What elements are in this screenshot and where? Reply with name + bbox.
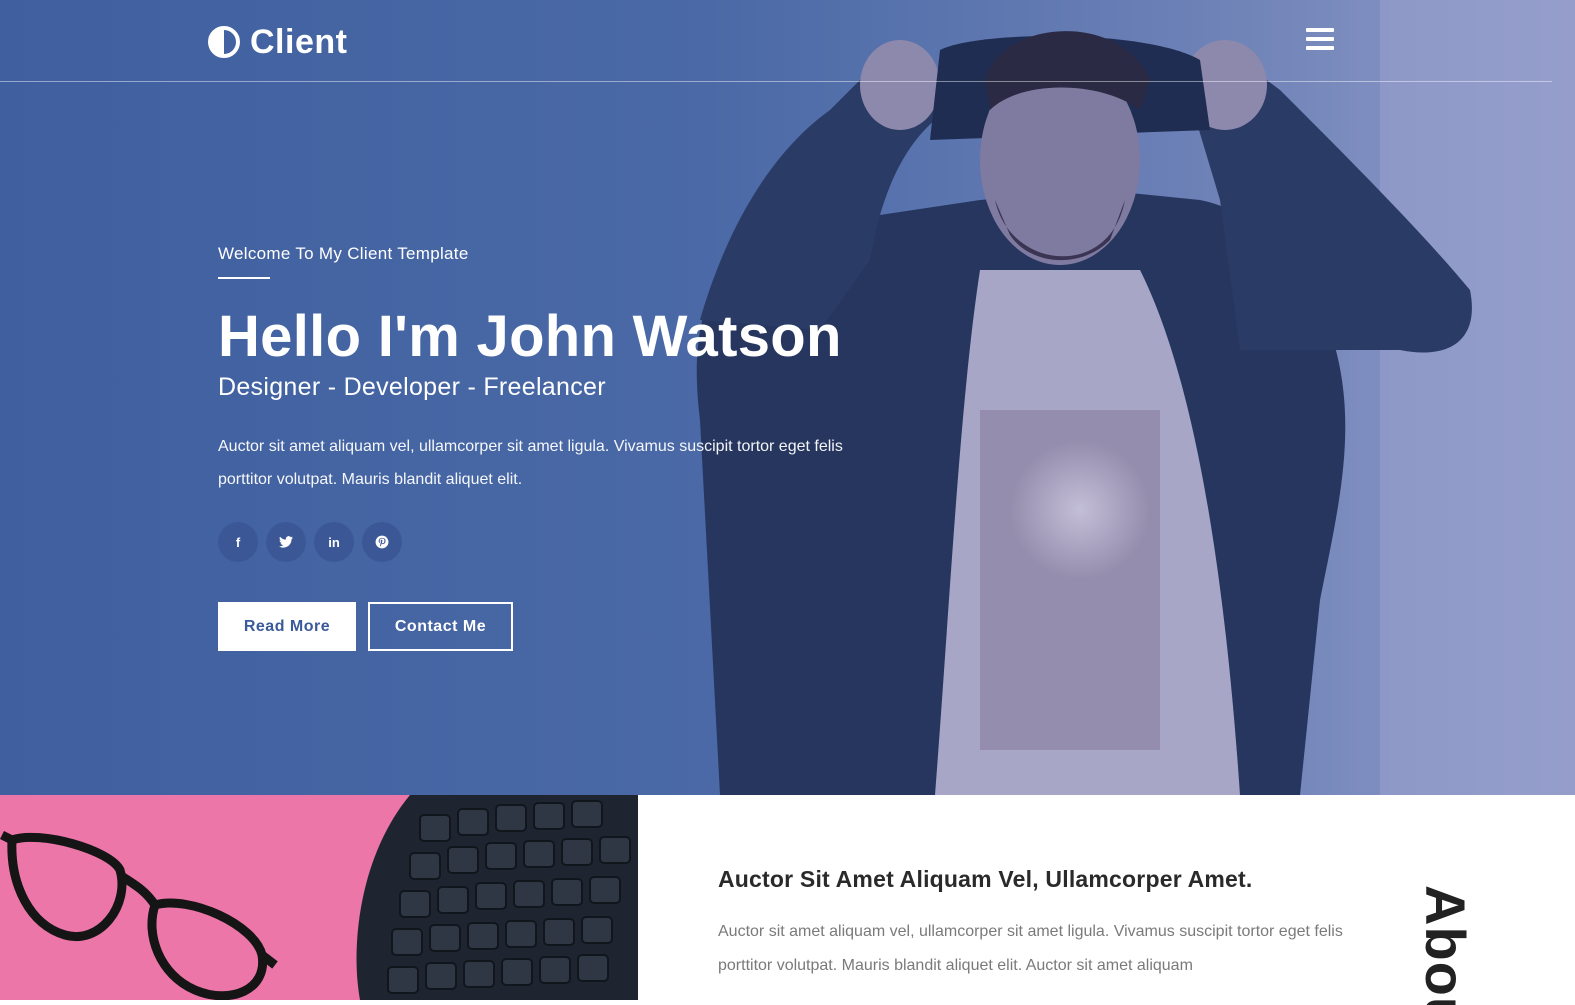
hero-headline: Hello I'm John Watson xyxy=(218,304,842,369)
about-vertical-title-text: About xyxy=(1420,885,1477,1005)
twitter-bird-glyph xyxy=(279,536,293,548)
hero-subline: Designer - Developer - Freelancer xyxy=(218,373,606,401)
glasses-keyboard-photo xyxy=(0,795,638,1000)
linkedin-icon[interactable]: in xyxy=(314,522,354,562)
hero-buttons: Read More Contact Me xyxy=(218,602,878,651)
top-navigation-bar: Client xyxy=(0,0,1552,82)
half-circle-icon xyxy=(208,26,240,58)
welcome-text: Welcome To My Client Template xyxy=(218,244,469,263)
hero-intro: Auctor sit amet aliquam vel, ullamcorper… xyxy=(218,438,843,488)
hero-content: Welcome To My Client Template Hello I'm … xyxy=(218,244,878,651)
hamburger-menu-icon[interactable] xyxy=(1306,28,1334,52)
about-text-block: Auctor Sit Amet Aliquam Vel, Ullamcorper… xyxy=(718,866,1398,983)
social-links: f in xyxy=(218,522,878,562)
site-logo[interactable]: Client xyxy=(208,22,347,62)
about-image xyxy=(0,795,638,1000)
read-more-button[interactable]: Read More xyxy=(218,602,356,651)
menu-line xyxy=(1306,28,1334,32)
about-body: Auctor sit amet aliquam vel, ullamcorper… xyxy=(718,923,1343,974)
facebook-icon[interactable]: f xyxy=(218,522,258,562)
welcome-underline xyxy=(218,277,270,279)
about-heading: Auctor Sit Amet Aliquam Vel, Ullamcorper… xyxy=(718,866,1253,892)
twitter-icon[interactable] xyxy=(266,522,306,562)
pinterest-icon[interactable] xyxy=(362,522,402,562)
menu-line xyxy=(1306,37,1334,41)
contact-me-button[interactable]: Contact Me xyxy=(368,602,513,651)
about-vertical-title: About xyxy=(1420,885,1480,1005)
logo-text: Client xyxy=(250,22,348,61)
hero-section: Client Welcome To My Client Template Hel… xyxy=(0,0,1575,795)
pinterest-glyph xyxy=(375,535,389,549)
menu-line xyxy=(1306,46,1334,50)
